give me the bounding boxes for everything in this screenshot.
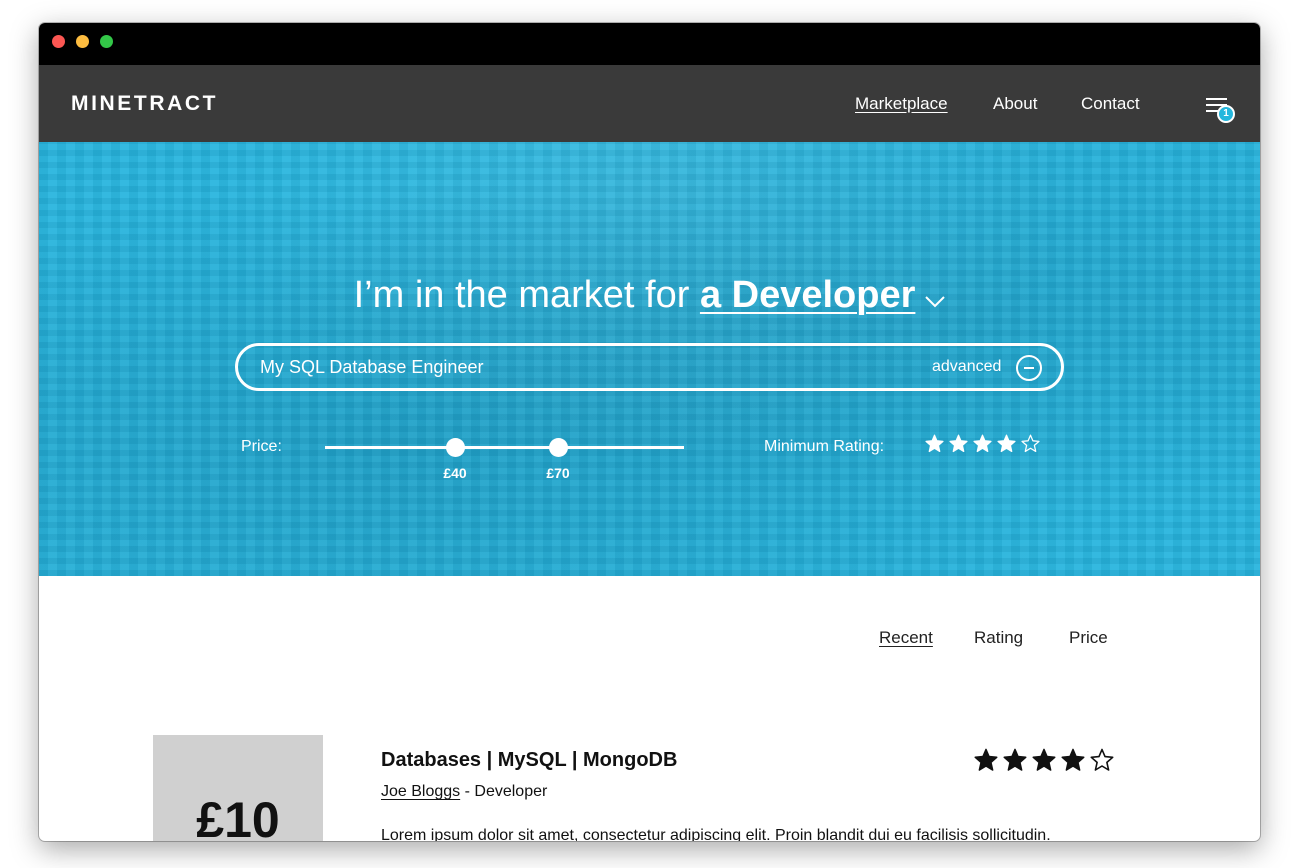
role-selector[interactable]: a Developer — [700, 274, 915, 316]
chevron-down-icon[interactable] — [925, 275, 946, 318]
nav-link-about[interactable]: About — [993, 94, 1037, 114]
close-window-button[interactable] — [52, 35, 65, 48]
price-min-handle[interactable] — [446, 438, 465, 457]
hero-headline: I’m in the market for a Developer — [39, 274, 1260, 318]
minimize-window-button[interactable] — [76, 35, 89, 48]
listing-star-filled-icon — [1061, 748, 1085, 777]
price-max-handle[interactable] — [549, 438, 568, 457]
rating-filter-label: Minimum Rating: — [764, 438, 885, 455]
listing-description: Lorem ipsum dolor sit amet, consectetur … — [381, 827, 1051, 841]
site-logo[interactable]: MINETRACT — [71, 92, 218, 116]
listing-star-filled-icon — [1003, 748, 1027, 777]
listing-star-filled-icon — [1032, 748, 1056, 777]
rating-filter-star-empty-icon[interactable] — [1021, 434, 1040, 458]
price-filter-label: Price: — [241, 438, 282, 455]
price-max-value: £70 — [546, 465, 570, 481]
rating-filter-star-filled-icon[interactable] — [925, 434, 944, 458]
sort-rating[interactable]: Rating — [974, 628, 1023, 648]
top-navbar: MINETRACT Marketplace About Contact 1 — [39, 65, 1260, 142]
browser-window: MINETRACT Marketplace About Contact 1 I’… — [39, 23, 1260, 841]
listing-star-filled-icon — [974, 748, 998, 777]
hamburger-menu-icon[interactable]: 1 — [1203, 95, 1237, 125]
notification-badge: 1 — [1217, 105, 1235, 123]
hero-banner: I’m in the market for a Developer advanc… — [39, 142, 1260, 576]
minus-circle-icon[interactable] — [1016, 355, 1042, 381]
advanced-search-link[interactable]: advanced — [932, 358, 1001, 376]
price-min-value: £40 — [443, 465, 467, 481]
sort-price[interactable]: Price — [1069, 628, 1108, 648]
listing-author-link[interactable]: Joe Bloggs — [381, 783, 460, 800]
nav-link-contact[interactable]: Contact — [1081, 94, 1140, 114]
listing-title[interactable]: Databases | MySQL | MongoDB — [381, 749, 677, 772]
listing-price: £10 — [196, 792, 280, 841]
listing-star-empty-icon — [1090, 748, 1114, 777]
search-input[interactable] — [260, 354, 900, 380]
headline-prefix: I’m in the market for — [353, 274, 700, 316]
price-slider-track[interactable] — [325, 446, 684, 449]
nav-link-marketplace[interactable]: Marketplace — [855, 94, 948, 114]
search-bar: advanced — [235, 343, 1064, 391]
rating-filter-star-filled-icon[interactable] — [997, 434, 1016, 458]
rating-filter-star-filled-icon[interactable] — [973, 434, 992, 458]
maximize-window-button[interactable] — [100, 35, 113, 48]
listing-rating-stars — [974, 748, 1114, 777]
listing-role: - Developer — [460, 783, 548, 800]
rating-filter-stars[interactable] — [925, 434, 1040, 458]
rating-filter-star-filled-icon[interactable] — [949, 434, 968, 458]
listing-price-box[interactable]: £10 — [153, 735, 323, 841]
listing-author-row: Joe Bloggs - Developer — [381, 783, 547, 801]
window-titlebar — [39, 23, 1260, 65]
sort-recent[interactable]: Recent — [879, 628, 933, 648]
